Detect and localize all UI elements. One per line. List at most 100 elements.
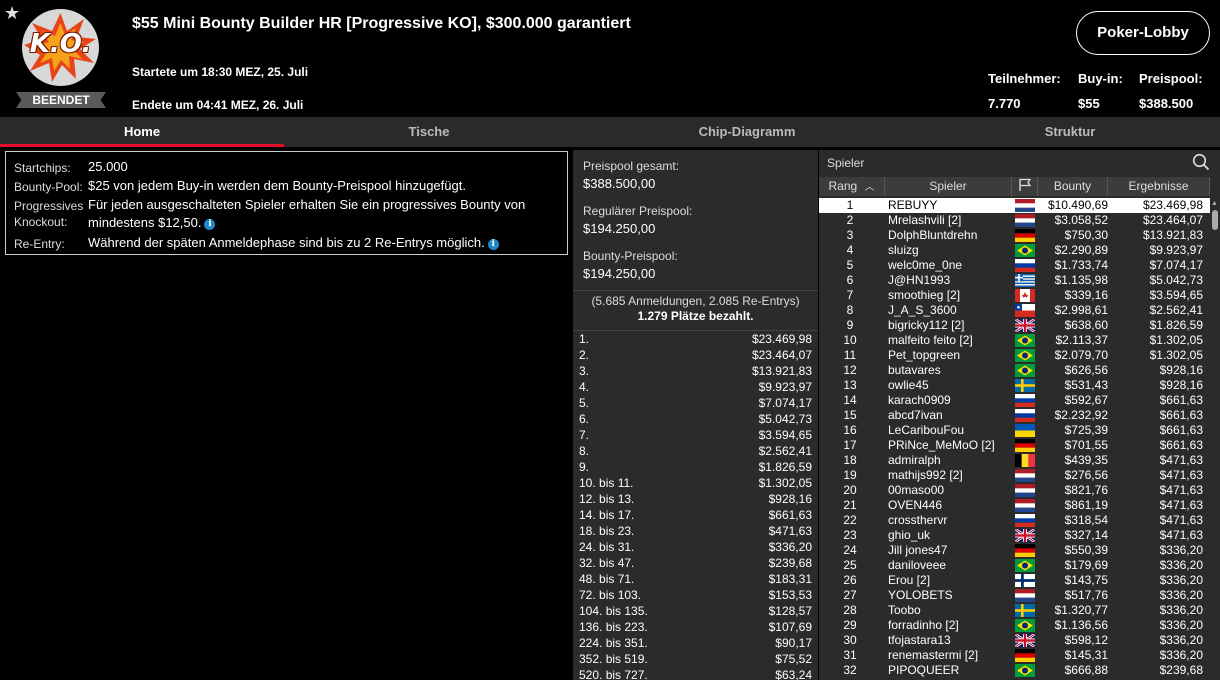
player-row[interactable]: 16 LeCaribouFou $725,39 $661,63 xyxy=(819,423,1210,438)
payout-row: 224. bis 351. $90,17 xyxy=(573,635,818,651)
payout-amount: $13.921,83 xyxy=(751,364,812,378)
player-row[interactable]: 4 sluizg $2.290,89 $9.923,97 xyxy=(819,243,1210,258)
player-row[interactable]: 29 forradinho [2] $1.136,56 $336,20 xyxy=(819,618,1210,633)
player-row[interactable]: 1 REBUYY $10.490,69 $23.469,98 xyxy=(819,198,1210,213)
player-bounty: $1.135,98 xyxy=(1054,273,1108,287)
column-bounty[interactable]: Bounty xyxy=(1038,177,1108,196)
player-row[interactable]: 20 00maso00 $821,76 $471,63 xyxy=(819,483,1210,498)
info-icon[interactable]: i xyxy=(204,219,216,230)
country-flag-icon xyxy=(1015,394,1035,408)
player-bounty: $517,76 xyxy=(1064,588,1108,602)
player-bounty: $1.136,56 xyxy=(1054,618,1108,632)
player-row[interactable]: 13 owlie45 $531,43 $928,16 xyxy=(819,378,1210,393)
country-flag-icon xyxy=(1015,259,1035,273)
scroll-up-icon[interactable]: ▲ xyxy=(1211,200,1219,208)
country-flag-icon xyxy=(1015,244,1035,257)
search-icon[interactable] xyxy=(1192,153,1210,171)
country-flag-icon xyxy=(1015,544,1035,558)
player-row[interactable]: 19 mathijs992 [2] $276,56 $471,63 xyxy=(819,468,1210,483)
player-rank: 21 xyxy=(843,498,857,512)
tab-chip-chart[interactable]: Chip-Diagramm xyxy=(574,117,920,147)
poker-lobby-button[interactable]: Poker-Lobby xyxy=(1076,11,1210,55)
player-name: welc0me_0ne xyxy=(888,258,963,272)
player-row[interactable]: 27 YOLOBETS $517,76 $336,20 xyxy=(819,588,1210,603)
favorite-star-icon[interactable]: ★ xyxy=(4,4,22,22)
player-result: $5.042,73 xyxy=(1149,273,1203,287)
player-row[interactable]: 12 butavares $626,56 $928,16 xyxy=(819,363,1210,378)
progressive-value: Für jeden ausgeschalteten Spieler erhalt… xyxy=(88,197,526,230)
player-row[interactable]: 18 admiralph $439,35 $471,63 xyxy=(819,453,1210,468)
player-result: $661,63 xyxy=(1159,408,1203,422)
country-flag-icon xyxy=(1015,379,1035,392)
payout-row: 18. bis 23. $471,63 xyxy=(573,523,818,539)
payout-position: 14. bis 17. xyxy=(579,508,635,522)
player-row[interactable]: 17 PRiNce_MeMoO [2] $701,55 $661,63 xyxy=(819,438,1210,453)
player-row[interactable]: 21 OVEN446 $861,19 $471,63 xyxy=(819,498,1210,513)
bountypool-label: Bounty-Pool: xyxy=(14,180,83,194)
country-flag-icon xyxy=(1015,349,1035,362)
progressive-label: Progressives Knockout: xyxy=(14,199,84,229)
player-result: $661,63 xyxy=(1159,423,1203,437)
player-name: tfojastara13 xyxy=(888,633,951,647)
payout-row: 104. bis 135. $128,57 xyxy=(573,603,818,619)
stat-prizepool: Preispool: $388.500 xyxy=(1139,71,1203,111)
player-row[interactable]: 31 renemastermi [2] $145,31 $336,20 xyxy=(819,648,1210,663)
player-row[interactable]: 11 Pet_topgreen $2.079,70 $1.302,05 xyxy=(819,348,1210,363)
tab-home[interactable]: Home xyxy=(0,117,284,147)
player-rank: 15 xyxy=(843,408,857,422)
column-country[interactable] xyxy=(1012,177,1038,196)
player-name: smoothieg [2] xyxy=(888,288,961,302)
info-icon[interactable]: i xyxy=(487,239,499,250)
player-row[interactable]: 8 J_A_S_3600 $2.998,61 $2.562,41 xyxy=(819,303,1210,318)
player-row[interactable]: 24 Jill jones47 $550,39 $336,20 xyxy=(819,543,1210,558)
player-result: $336,20 xyxy=(1159,573,1203,587)
player-rank: 12 xyxy=(843,363,857,377)
player-row[interactable]: 6 J@HN1993 $1.135,98 $5.042,73 xyxy=(819,273,1210,288)
player-row[interactable]: 23 ghio_uk $327,14 $471,63 xyxy=(819,527,1210,544)
player-list-scrollbar[interactable] xyxy=(1212,210,1218,230)
player-row[interactable]: 26 Erou [2] $143,75 $336,20 xyxy=(819,573,1210,588)
player-rank: 24 xyxy=(843,543,857,557)
column-rank[interactable]: Rang ︿ xyxy=(819,177,885,196)
player-bounty: $143,75 xyxy=(1064,573,1108,587)
column-results[interactable]: Ergebnisse xyxy=(1108,177,1210,196)
player-row[interactable]: 15 abcd7ivan $2.232,92 $661,63 xyxy=(819,408,1210,423)
payout-row: 4. $9.923,97 xyxy=(573,379,818,395)
player-row[interactable]: 10 malfeito feito [2] $2.113,37 $1.302,05 xyxy=(819,333,1210,348)
player-result: $928,16 xyxy=(1159,363,1203,377)
player-row[interactable]: 2 Mrelashvili [2] $3.058,52 $23.464,07 xyxy=(819,213,1210,228)
tab-tables[interactable]: Tische xyxy=(284,117,574,147)
player-bounty: $1.320,77 xyxy=(1054,603,1108,617)
tab-structure[interactable]: Struktur xyxy=(920,117,1220,147)
player-row[interactable]: 30 tfojastara13 $598,12 $336,20 xyxy=(819,632,1210,649)
player-rank: 18 xyxy=(843,453,857,467)
player-row[interactable]: 7 smoothieg [2] $339,16 $3.594,65 xyxy=(819,288,1210,303)
player-result: $2.562,41 xyxy=(1149,303,1203,317)
player-row[interactable]: 25 daniloveee $179,69 $336,20 xyxy=(819,558,1210,573)
player-row[interactable]: 28 Toobo $1.320,77 $336,20 xyxy=(819,603,1210,618)
pool-total: Preispool gesamt: $388.500,00 xyxy=(583,159,680,191)
country-flag-icon xyxy=(1015,229,1035,243)
player-list: 1 REBUYY $10.490,69 $23.469,98 2 Mrelashvili … xyxy=(819,198,1210,678)
player-name: ghio_uk xyxy=(888,528,931,542)
payout-position: 4. xyxy=(579,380,590,394)
player-row[interactable]: 9 bigricky112 [2] $638,60 $1.826,59 xyxy=(819,317,1210,334)
registrations-summary: (5.685 Anmeldungen, 2.085 Re-Entrys) 1.2… xyxy=(573,290,818,330)
payout-position: 9. xyxy=(579,460,590,474)
player-result: $661,63 xyxy=(1159,438,1203,452)
player-rank: 11 xyxy=(843,348,857,362)
player-row[interactable]: 22 crossthervr $318,54 $471,63 xyxy=(819,513,1210,528)
player-row[interactable]: 32 PIPOQUEER $666,88 $239,68 xyxy=(819,663,1210,678)
pool-regular: Regulärer Preispool: $194.250,00 xyxy=(583,204,693,236)
payout-list: 1. $23.469,98 2. $23.464,07 3. $13.921,83 4. $9… xyxy=(573,330,818,680)
player-row[interactable]: 3 DolphBluntdrehn $750,30 $13.921,83 xyxy=(819,228,1210,243)
pool-bounty: Bounty-Preispool: $194.250,00 xyxy=(583,249,678,281)
player-search-input[interactable] xyxy=(827,154,1187,172)
column-player[interactable]: Spieler xyxy=(885,177,1012,196)
player-row[interactable]: 5 welc0me_0ne $1.733,74 $7.074,17 xyxy=(819,258,1210,273)
payout-amount: $107,69 xyxy=(768,620,812,634)
player-name: karach0909 xyxy=(888,393,951,407)
player-row[interactable]: 14 karach0909 $592,67 $661,63 xyxy=(819,393,1210,408)
player-rank: 23 xyxy=(843,528,857,542)
end-time: Endete um 04:41 MEZ, 26. Juli xyxy=(132,98,304,112)
